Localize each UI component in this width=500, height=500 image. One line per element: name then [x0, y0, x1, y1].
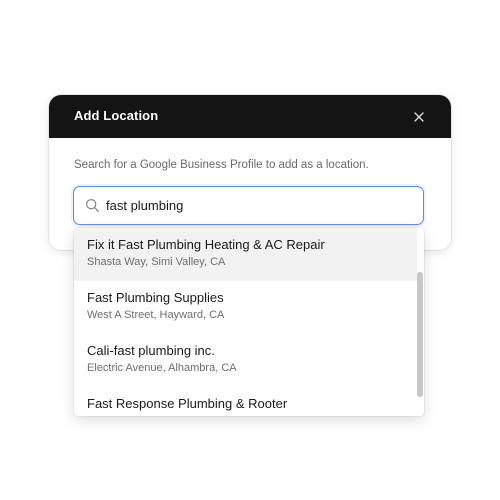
helper-text: Search for a Google Business Profile to … — [74, 159, 369, 171]
close-button[interactable] — [411, 109, 427, 125]
search-results-dropdown: Fix it Fast Plumbing Heating & AC Repair… — [74, 228, 424, 416]
search-box[interactable] — [73, 186, 424, 225]
modal-title: Add Location — [74, 108, 159, 123]
scrollbar-track[interactable] — [416, 228, 424, 416]
add-location-modal: Add Location Search for a Google Busines… — [49, 95, 451, 250]
result-address: Electric Avenue, Alhambra, CA — [87, 362, 237, 374]
modal-header: Add Location — [49, 95, 451, 138]
search-icon — [85, 198, 100, 213]
page-canvas: Add Location Search for a Google Busines… — [0, 0, 500, 500]
result-name: Cali-fast plumbing inc. — [87, 343, 215, 358]
result-item[interactable]: Cali-fast plumbing inc. Electric Avenue,… — [74, 334, 417, 387]
result-item[interactable]: Fast Response Plumbing & Rooter — [74, 387, 417, 416]
result-address: Shasta Way, Simi Valley, CA — [87, 256, 226, 268]
close-icon — [414, 112, 424, 122]
result-address: West A Street, Hayward, CA — [87, 309, 225, 321]
result-name: Fast Response Plumbing & Rooter — [87, 396, 288, 411]
result-item[interactable]: Fix it Fast Plumbing Heating & AC Repair… — [74, 228, 417, 281]
result-item[interactable]: Fast Plumbing Supplies West A Street, Ha… — [74, 281, 417, 334]
search-input[interactable] — [106, 187, 406, 224]
scrollbar-thumb[interactable] — [417, 272, 423, 397]
result-name: Fast Plumbing Supplies — [87, 290, 224, 305]
result-name: Fix it Fast Plumbing Heating & AC Repair — [87, 237, 325, 252]
